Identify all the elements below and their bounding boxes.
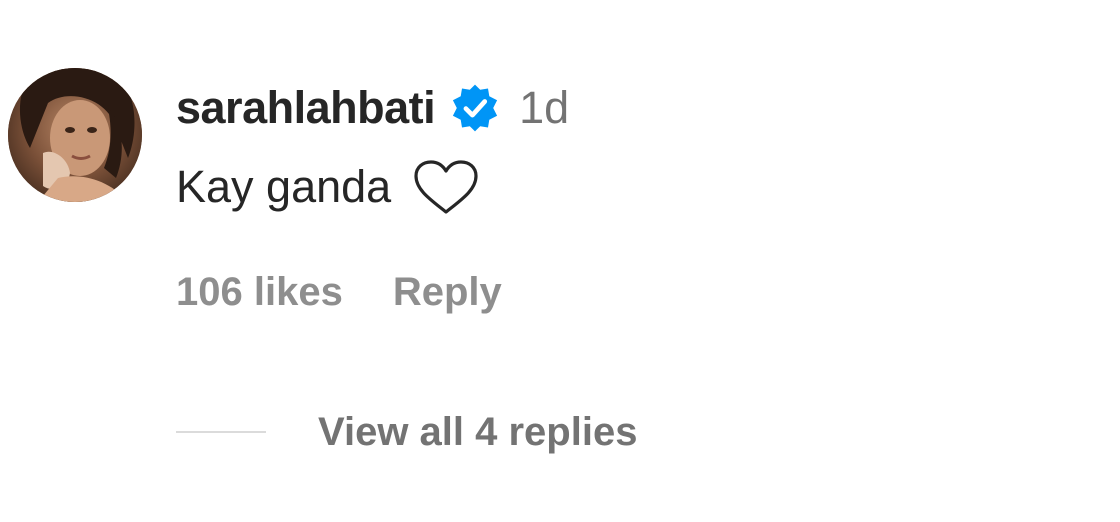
replies-divider <box>176 431 266 433</box>
comment-meta: 106 likes Reply <box>176 262 502 322</box>
comment-body: Kay ganda <box>176 156 481 218</box>
view-replies-button[interactable]: View all 4 replies <box>176 402 637 462</box>
white-heart-icon <box>411 158 481 216</box>
comment-text: Kay ganda <box>176 161 392 212</box>
reply-button[interactable]: Reply <box>393 270 502 315</box>
avatar[interactable] <box>8 68 142 202</box>
view-replies-label: View all 4 replies <box>318 409 638 454</box>
timestamp[interactable]: 1d <box>519 82 569 134</box>
username-link[interactable]: sarahlahbati <box>176 82 436 134</box>
comment: sarahlahbati 1d Kay ganda 106 likes Repl… <box>0 0 1120 522</box>
verified-badge-icon <box>449 82 501 134</box>
avatar-image <box>8 68 142 202</box>
comment-header: sarahlahbati 1d <box>176 78 569 138</box>
likes-count[interactable]: 106 likes <box>176 270 343 315</box>
